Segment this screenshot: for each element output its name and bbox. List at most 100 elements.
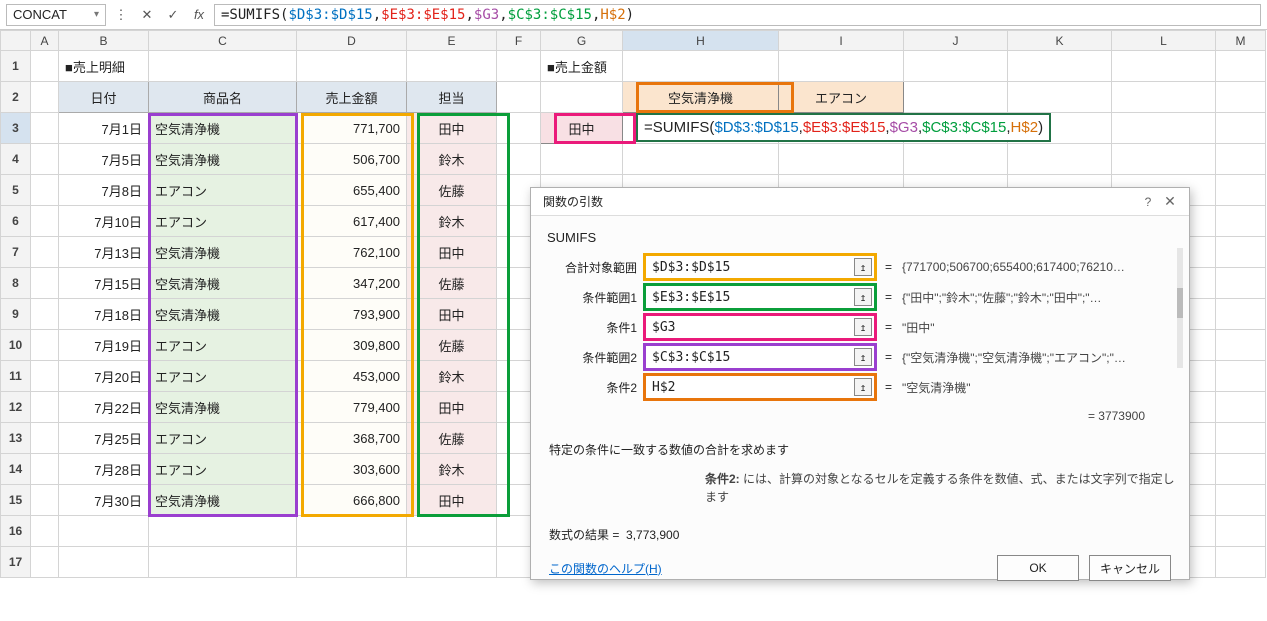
cell-C11[interactable]: エアコン [149,361,297,392]
col-header-H[interactable]: H [623,31,779,51]
dialog-help-icon[interactable]: ? [1137,195,1159,209]
cell-A7[interactable] [31,237,59,268]
fx-icon[interactable]: fx [188,4,210,26]
cell-E4[interactable]: 鈴木 [407,144,497,175]
cell-C12[interactable]: 空気清浄機 [149,392,297,423]
dialog-help-link[interactable]: この関数のヘルプ(H) [549,560,662,577]
cell-D5[interactable]: 655,400 [297,175,407,206]
cell-B4[interactable]: 7月5日 [59,144,149,175]
cell-A6[interactable] [31,206,59,237]
row-header-6[interactable]: 6 [1,206,31,237]
cell-M1[interactable] [1216,51,1266,82]
cell-K1[interactable] [1008,51,1112,82]
arg-input-2[interactable]: $G3↥ [645,315,875,339]
cell-K4[interactable] [1008,144,1112,175]
cell-G2[interactable] [541,82,623,113]
cell-A17[interactable] [31,547,59,578]
cell-C15[interactable]: 空気清浄機 [149,485,297,516]
row-header-2[interactable]: 2 [1,82,31,113]
cell-D6[interactable]: 617,400 [297,206,407,237]
col-header-B[interactable]: B [59,31,149,51]
dialog-scrollbar-thumb[interactable] [1177,288,1183,318]
col-header-L[interactable]: L [1112,31,1216,51]
cell-E2[interactable]: 担当 [407,82,497,113]
cell-D7[interactable]: 762,100 [297,237,407,268]
cell-H2[interactable]: 空気清浄機 [623,82,779,113]
cell-E10[interactable]: 佐藤 [407,330,497,361]
cell-B10[interactable]: 7月19日 [59,330,149,361]
cell-B9[interactable]: 7月18日 [59,299,149,330]
cell-L1[interactable] [1112,51,1216,82]
cell-editor[interactable]: =SUMIFS($D$3:$D$15,$E$3:$E$15,$G3,$C$3:$… [636,113,1051,142]
cell-E7[interactable]: 田中 [407,237,497,268]
cell-E3[interactable]: 田中 [407,113,497,144]
row-header-12[interactable]: 12 [1,392,31,423]
cell-C7[interactable]: 空気清浄機 [149,237,297,268]
row-header-13[interactable]: 13 [1,423,31,454]
cell-E1[interactable] [407,51,497,82]
cell-D8[interactable]: 347,200 [297,268,407,299]
col-header-C[interactable]: C [149,31,297,51]
row-header-9[interactable]: 9 [1,299,31,330]
cell-E17[interactable] [407,547,497,578]
cell-D15[interactable]: 666,800 [297,485,407,516]
cell-C2[interactable]: 商品名 [149,82,297,113]
cell-A9[interactable] [31,299,59,330]
cell-C3[interactable]: 空気清浄機 [149,113,297,144]
cell-M9[interactable] [1216,299,1266,330]
cell-C9[interactable]: 空気清浄機 [149,299,297,330]
cell-L3[interactable] [1112,113,1216,144]
cell-F1[interactable] [497,51,541,82]
cell-J2[interactable] [904,82,1008,113]
cell-M16[interactable] [1216,516,1266,547]
cell-H1[interactable] [623,51,779,82]
cell-A14[interactable] [31,454,59,485]
col-header-G[interactable]: G [541,31,623,51]
cell-A13[interactable] [31,423,59,454]
cell-I1[interactable] [779,51,904,82]
row-header-3[interactable]: 3 [1,113,31,144]
cell-G1[interactable]: ■売上金額 [541,51,623,82]
cell-B5[interactable]: 7月8日 [59,175,149,206]
dialog-close-icon[interactable]: ✕ [1159,193,1181,210]
cell-E8[interactable]: 佐藤 [407,268,497,299]
cell-B6[interactable]: 7月10日 [59,206,149,237]
cell-C4[interactable]: 空気清浄機 [149,144,297,175]
cell-M6[interactable] [1216,206,1266,237]
row-header-17[interactable]: 17 [1,547,31,578]
row-header-15[interactable]: 15 [1,485,31,516]
formula-input[interactable]: =SUMIFS($D$3:$D$15,$E$3:$E$15,$G3,$C$3:$… [214,4,1261,26]
cell-D14[interactable]: 303,600 [297,454,407,485]
cell-A11[interactable] [31,361,59,392]
cell-M13[interactable] [1216,423,1266,454]
cell-H4[interactable] [623,144,779,175]
col-header-I[interactable]: I [779,31,904,51]
cell-D13[interactable]: 368,700 [297,423,407,454]
cell-F3[interactable] [497,113,541,144]
arg-input-4[interactable]: H$2↥ [645,375,875,399]
cell-M17[interactable] [1216,547,1266,578]
range-select-icon[interactable]: ↥ [854,258,872,276]
cell-A3[interactable] [31,113,59,144]
cell-D4[interactable]: 506,700 [297,144,407,175]
cell-C5[interactable]: エアコン [149,175,297,206]
cell-M14[interactable] [1216,454,1266,485]
cell-D9[interactable]: 793,900 [297,299,407,330]
cell-B1[interactable]: ■売上明細 [59,51,149,82]
select-all-corner[interactable] [1,31,31,51]
cell-D2[interactable]: 売上金額 [297,82,407,113]
cell-A10[interactable] [31,330,59,361]
row-header-11[interactable]: 11 [1,361,31,392]
col-header-E[interactable]: E [407,31,497,51]
cell-C8[interactable]: 空気清浄機 [149,268,297,299]
cell-C6[interactable]: エアコン [149,206,297,237]
cell-B13[interactable]: 7月25日 [59,423,149,454]
cell-D12[interactable]: 779,400 [297,392,407,423]
cell-M11[interactable] [1216,361,1266,392]
cell-G3[interactable]: 田中 [541,113,623,144]
row-header-8[interactable]: 8 [1,268,31,299]
row-header-16[interactable]: 16 [1,516,31,547]
cell-A16[interactable] [31,516,59,547]
range-select-icon[interactable]: ↥ [854,318,872,336]
col-header-A[interactable]: A [31,31,59,51]
